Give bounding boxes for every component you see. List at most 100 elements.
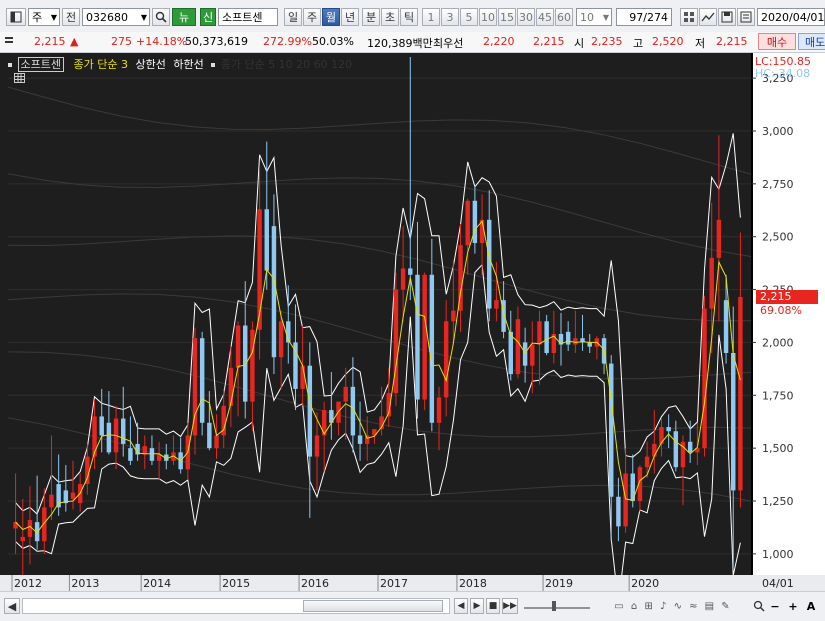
candle-body	[472, 200, 478, 244]
candle-body	[544, 321, 549, 353]
low-label: 저	[695, 37, 706, 50]
zoom-in-icon[interactable]: +	[787, 598, 799, 614]
drawing-tools[interactable]: ▭ ⌂ ⊞ ♪ ∿ ≈ ▤ ✎	[598, 598, 748, 614]
stop-button[interactable]: ■	[486, 598, 500, 614]
candle-body	[652, 443, 657, 457]
interval-label: 1	[427, 10, 435, 24]
candle-body	[20, 536, 25, 542]
interval-10-button[interactable]: 10	[479, 8, 497, 26]
stock-name-field[interactable]: 소프트센	[218, 8, 278, 26]
buy-button-label: 매수	[766, 36, 788, 49]
interval-30-button[interactable]: 30	[517, 8, 535, 26]
horizontal-scrollbar[interactable]	[22, 598, 450, 614]
candle-body	[207, 422, 212, 449]
period-type-select[interactable]: 주 ▼	[28, 8, 60, 26]
legend-upper-band[interactable]: 상한선	[135, 58, 165, 71]
candle-body	[300, 365, 305, 389]
volume: 50,373,619	[185, 35, 248, 48]
candle-body	[307, 365, 313, 457]
candle-body	[314, 435, 320, 457]
scroll-back-button[interactable]: ◀	[454, 598, 468, 614]
candle-body	[49, 494, 54, 508]
table-toggle-icon[interactable]	[14, 73, 25, 86]
y-tick-label: 1,750	[762, 389, 794, 402]
quote-menu-icon[interactable]	[4, 35, 14, 50]
interval-15-button[interactable]: 15	[498, 8, 516, 26]
sell-button[interactable]: 매도	[798, 33, 825, 50]
scroll-start-button[interactable]: ◀	[4, 598, 20, 614]
high-value: 2,520	[652, 35, 684, 48]
play-button[interactable]: ▶	[470, 598, 484, 614]
interval-label: 60	[557, 10, 571, 24]
y-tick-label: 2,000	[762, 336, 794, 349]
save-button[interactable]	[718, 8, 736, 26]
candle-body	[70, 492, 76, 499]
zoom-slider[interactable]	[522, 598, 592, 614]
candle-body	[99, 416, 104, 436]
x-tick-label: 2014	[143, 577, 171, 590]
date-input[interactable]: 2020/04/01	[757, 8, 825, 26]
play-back-icon: ◀	[457, 601, 465, 611]
open-label: 시	[574, 37, 585, 50]
chart-legend: 소프트센 종가 단순 3 상한선 하한선 종가 단순 5 10 20 60 12…	[8, 56, 352, 72]
interval-label: 5	[465, 10, 473, 24]
interval-3-button[interactable]: 3	[441, 8, 459, 26]
price-change-pct: +14.18%	[136, 35, 188, 48]
chevron-down-icon: ▼	[50, 12, 57, 22]
settings-button[interactable]	[737, 8, 755, 26]
x-tick-label: 2013	[71, 577, 99, 590]
stock-code-value: 032680	[86, 10, 128, 24]
buy-button[interactable]: 매수	[758, 33, 796, 50]
new-button[interactable]: 신	[200, 8, 216, 26]
legend-stock-name[interactable]: 소프트센	[17, 57, 64, 72]
legend-lower-band[interactable]: 하한선	[173, 58, 203, 71]
search-button[interactable]	[152, 8, 170, 26]
candle-body	[522, 342, 528, 366]
period-minute-button[interactable]: 분	[362, 8, 380, 26]
interval-count-input[interactable]: 10 ▼	[576, 8, 612, 26]
candle-layer	[13, 57, 743, 575]
period-year-button[interactable]: 년	[341, 8, 359, 26]
price-chart[interactable]: 3,2503,0002,7502,5002,2502,0001,7501,500…	[0, 53, 825, 604]
window-icon	[10, 11, 22, 23]
grid-button[interactable]	[680, 8, 698, 26]
chart-tool-button[interactable]	[699, 8, 717, 26]
fast-forward-button[interactable]: ▶▶	[502, 598, 518, 614]
period-week-button[interactable]: 주	[303, 8, 321, 26]
y-tick-label: 1,000	[762, 548, 794, 561]
legend-extra[interactable]: 종가 단순 5 10 20 60 120	[221, 58, 352, 71]
y-tick-label: 1,250	[762, 495, 794, 508]
candle-body	[106, 422, 112, 453]
high-label: 고	[633, 37, 644, 50]
period-label: 일	[287, 11, 299, 24]
period-day-button[interactable]: 일	[284, 8, 302, 26]
page-counter[interactable]: 97/274	[616, 8, 672, 26]
stock-code-input[interactable]: 032680 ▼	[82, 8, 150, 26]
all-button[interactable]: 전	[62, 8, 80, 26]
interval-60-button[interactable]: 60	[555, 8, 573, 26]
x-tick-label: 2017	[380, 577, 408, 590]
period-month-button[interactable]: 월	[322, 8, 340, 26]
interval-45-button[interactable]: 45	[536, 8, 554, 26]
interval-5-button[interactable]: 5	[460, 8, 478, 26]
candle-body	[264, 209, 269, 271]
tool-icon: ▭ ⌂ ⊞ ♪ ∿ ≈ ▤ ✎	[614, 600, 732, 612]
zoom-out-search-icon[interactable]	[752, 598, 766, 614]
candle-body	[422, 274, 427, 400]
font-size-icon[interactable]: A	[804, 598, 818, 614]
period-tick-button[interactable]: 틱	[400, 8, 418, 26]
x-tick-label: 2018	[459, 577, 487, 590]
x-tick-label: 2016	[301, 577, 329, 590]
candle-body	[738, 296, 743, 491]
legend-ma[interactable]: 종가 단순 3	[73, 58, 127, 71]
scrollbar-thumb[interactable]	[303, 600, 443, 612]
candle-body	[271, 226, 277, 358]
period-second-button[interactable]: 초	[381, 8, 399, 26]
layout-icon[interactable]	[6, 8, 26, 26]
chart-area[interactable]: 3,2503,0002,7502,5002,2502,0001,7501,500…	[0, 53, 825, 604]
magnifier-icon	[753, 600, 765, 612]
interval-1-button[interactable]: 1	[422, 8, 440, 26]
band-layer	[15, 133, 741, 604]
news-button[interactable]: 뉴	[172, 8, 196, 26]
zoom-out-icon[interactable]: −	[769, 598, 781, 614]
